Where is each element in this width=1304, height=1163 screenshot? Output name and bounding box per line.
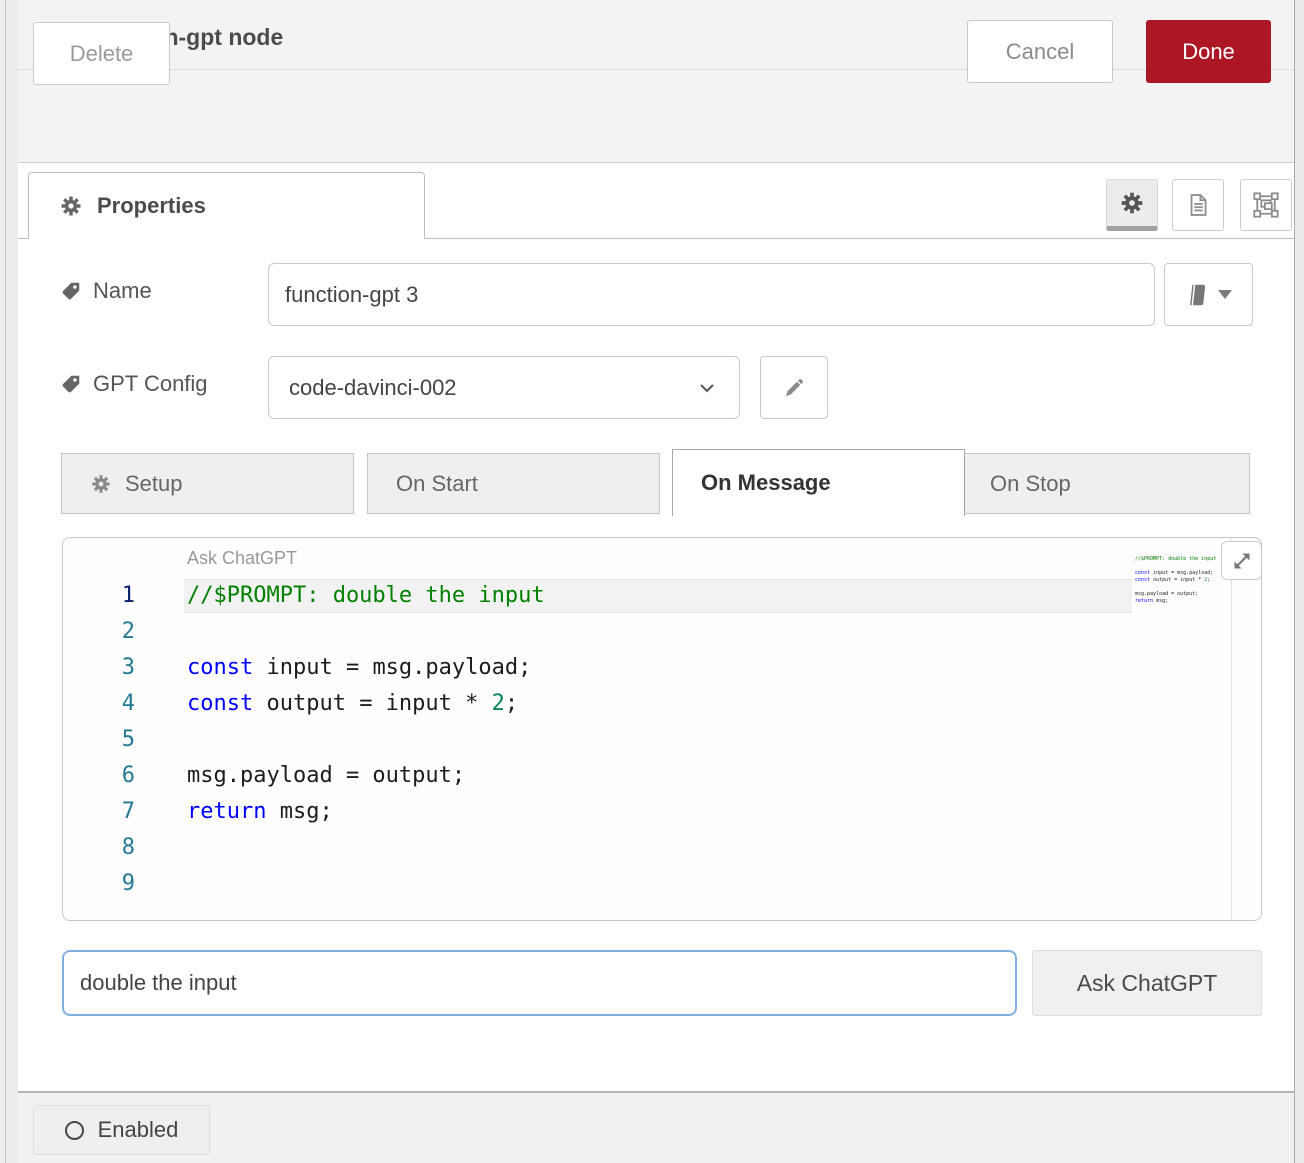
tab-appearance-button[interactable] xyxy=(1240,179,1292,231)
cancel-button[interactable]: Cancel xyxy=(967,20,1113,83)
chatgpt-prompt-input[interactable] xyxy=(62,950,1017,1016)
delete-button[interactable]: Delete xyxy=(33,22,170,85)
done-button[interactable]: Done xyxy=(1146,20,1271,83)
tab-edit-properties-button[interactable] xyxy=(1106,179,1158,231)
chevron-down-icon xyxy=(695,376,719,400)
gear-icon xyxy=(90,473,112,495)
tab-description-button[interactable] xyxy=(1172,179,1224,231)
expand-editor-button[interactable] xyxy=(1221,541,1262,580)
editor-code-lines[interactable]: //$PROMPT: double the inputconst input =… xyxy=(187,578,545,902)
workspace-right-sliver xyxy=(1295,0,1304,1163)
dialog-button-bar xyxy=(18,70,1294,163)
document-icon xyxy=(1185,192,1211,218)
edit-config-button[interactable] xyxy=(760,356,828,419)
gpt-config-label: GPT Config xyxy=(60,371,208,397)
tab-properties[interactable]: Properties xyxy=(28,172,425,239)
enabled-status-icon xyxy=(65,1121,84,1140)
tab-properties-label: Properties xyxy=(97,193,206,219)
code-editor[interactable]: Ask ChatGPT 123456789 //$PROMPT: double … xyxy=(62,537,1262,921)
tab-on-stop[interactable]: On Stop xyxy=(961,453,1250,514)
tag-icon xyxy=(60,373,82,395)
tab-on-start[interactable]: On Start xyxy=(367,453,660,514)
tab-setup[interactable]: Setup xyxy=(61,453,354,514)
tag-icon xyxy=(60,280,82,302)
codelens-ask-chatgpt[interactable]: Ask ChatGPT xyxy=(187,548,297,569)
tab-on-message[interactable]: On Message xyxy=(672,449,965,516)
enabled-toggle-button[interactable]: Enabled xyxy=(33,1105,210,1155)
edit-node-dialog: Edit function-gpt node Delete Cancel Don… xyxy=(18,0,1295,1163)
editor-gutter: 123456789 xyxy=(63,578,135,902)
gpt-config-selected-value: code-davinci-002 xyxy=(289,375,457,401)
ask-chatgpt-button[interactable]: Ask ChatGPT xyxy=(1032,950,1262,1016)
appearance-icon xyxy=(1252,191,1280,219)
library-button[interactable] xyxy=(1164,263,1253,326)
pencil-icon xyxy=(782,376,806,400)
gear-icon xyxy=(1119,190,1145,216)
editor-minimap[interactable]: //$PROMPT: double the inputconst input =… xyxy=(1135,544,1229,631)
enabled-label: Enabled xyxy=(98,1117,179,1143)
gear-icon xyxy=(59,194,83,218)
gpt-config-select[interactable]: code-davinci-002 xyxy=(268,356,740,419)
caret-down-icon xyxy=(1218,290,1232,299)
name-input[interactable] xyxy=(268,263,1155,326)
expand-icon xyxy=(1230,549,1254,573)
editor-minimap-content: //$PROMPT: double the inputconst input =… xyxy=(1135,556,1229,619)
book-icon xyxy=(1185,282,1211,308)
screen: Edit function-gpt node Delete Cancel Don… xyxy=(0,0,1304,1163)
name-label: Name xyxy=(60,278,152,304)
minimap-divider xyxy=(1231,538,1232,920)
workspace-left-sliver xyxy=(0,0,19,1163)
